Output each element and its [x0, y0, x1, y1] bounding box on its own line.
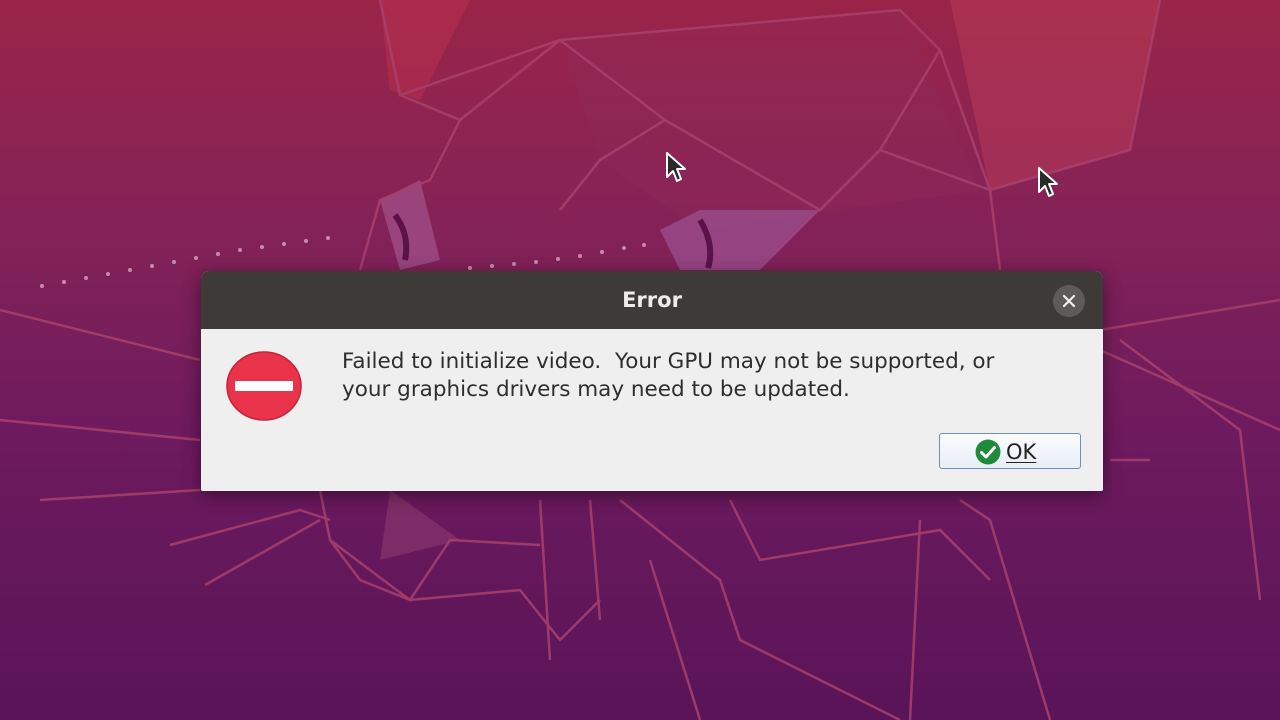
close-icon [1062, 294, 1076, 308]
error-message: Failed to initialize video. Your GPU may… [342, 348, 1092, 404]
mouse-pointer-icon [1038, 167, 1058, 197]
error-dialog: Error Failed to initialize video. Your G… [201, 271, 1103, 491]
ok-button[interactable]: OK [939, 433, 1081, 469]
dialog-titlebar[interactable]: Error [201, 271, 1103, 329]
close-button[interactable] [1053, 285, 1085, 317]
mouse-pointer-icon [666, 152, 686, 182]
dialog-body: Failed to initialize video. Your GPU may… [201, 329, 1103, 491]
checkmark-icon [975, 439, 1001, 465]
dialog-title: Error [622, 288, 682, 312]
error-message-line-2: your graphics drivers may need to be upd… [342, 377, 850, 402]
error-stop-icon [226, 351, 302, 421]
error-message-line-1: Failed to initialize video. Your GPU may… [342, 349, 995, 374]
ok-button-label: OK [1006, 440, 1037, 464]
